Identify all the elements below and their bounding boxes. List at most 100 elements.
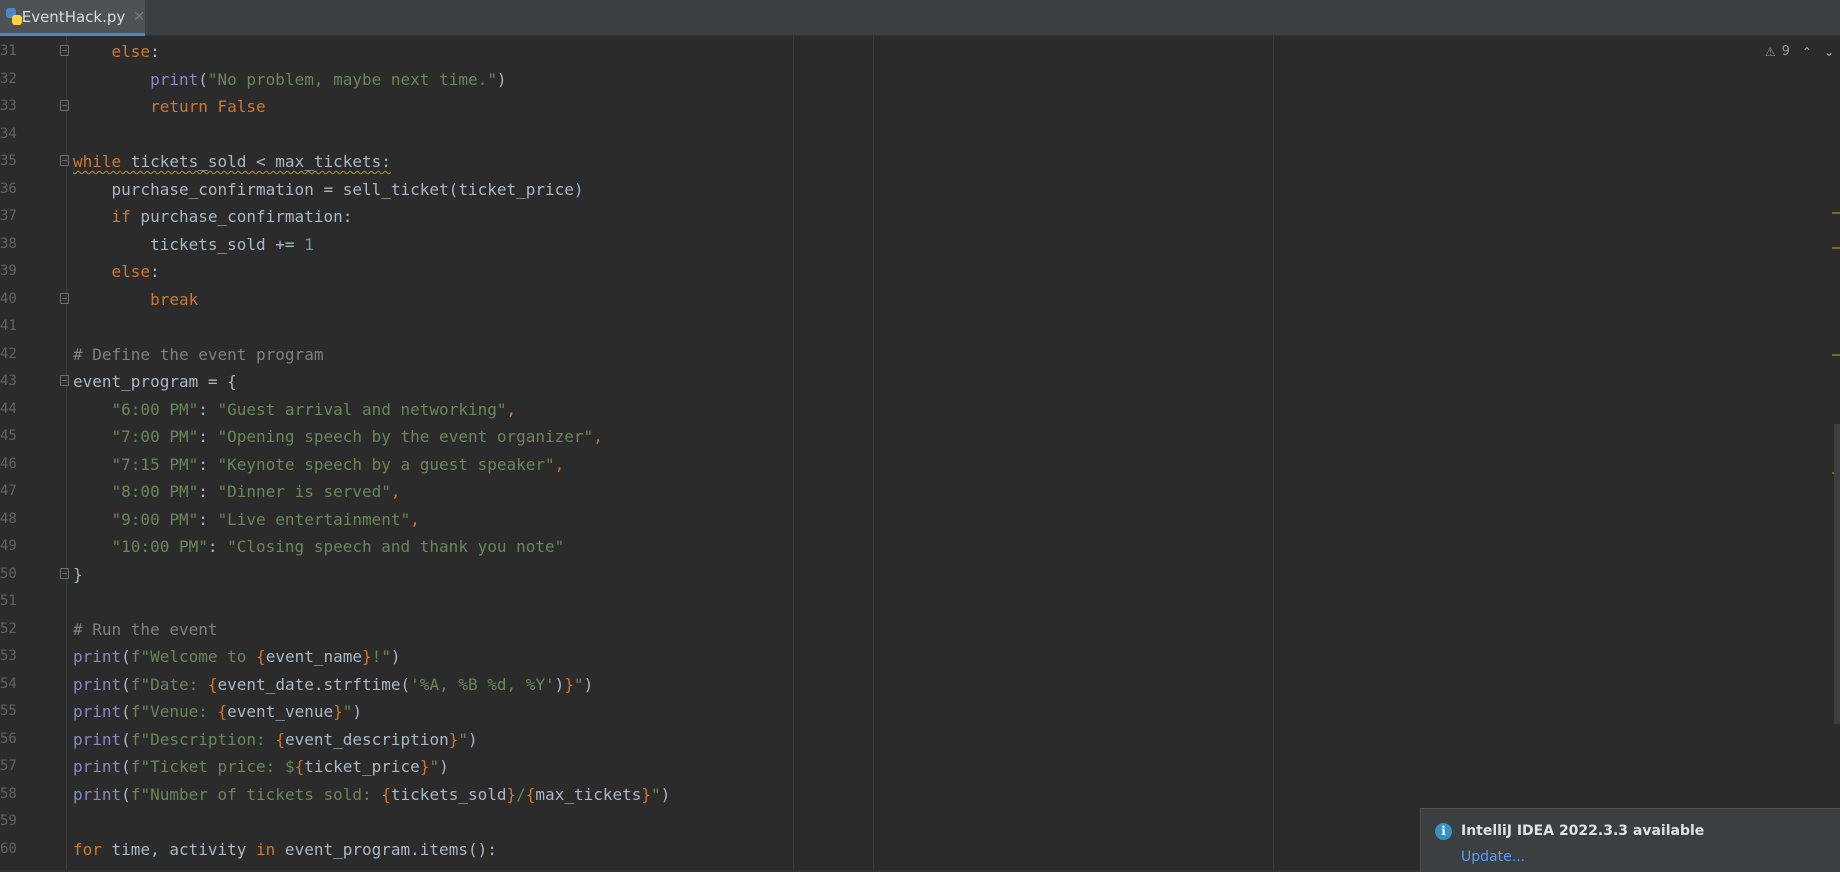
error-stripe-mark[interactable] (1832, 247, 1840, 249)
code-line[interactable]: 49 "10:00 PM": "Closing speech and thank… (0, 533, 1800, 561)
code-token: print (73, 647, 122, 666)
code-token: f"Date: (130, 674, 208, 694)
code-line[interactable]: 48 "9:00 PM": "Live entertainment", (0, 506, 1800, 534)
code-line[interactable]: 41 (0, 313, 1800, 341)
chevron-up-icon[interactable]: ⌃ (1802, 45, 1812, 59)
code-line[interactable]: 46 "7:15 PM": "Keynote speech by a guest… (0, 451, 1800, 479)
code-token: "Opening speech by the event organizer" (217, 427, 594, 446)
chevron-down-icon[interactable]: ⌄ (1824, 45, 1834, 59)
code-text: if purchase_confirmation: (73, 203, 353, 231)
code-editor[interactable]: 31 else: 32 print("No problem, maybe next… (0, 36, 1840, 872)
code-token: print (73, 757, 122, 776)
code-token: ( (198, 69, 208, 89)
code-line[interactable]: 53 print(f"Welcome to {event_name}!") (0, 643, 1800, 671)
info-icon: i (1435, 823, 1452, 840)
code-line[interactable]: 43 event_program = { (0, 368, 1800, 396)
code-line[interactable]: 34 (0, 121, 1800, 149)
code-token: , (554, 454, 565, 474)
code-token: : (198, 482, 218, 501)
code-token: "10:00 PM" (111, 537, 208, 556)
code-token: # Run the event (73, 619, 218, 639)
code-line[interactable]: 39 else: (0, 258, 1800, 286)
code-token: ( (121, 729, 131, 749)
error-stripe-mark[interactable] (1832, 354, 1840, 356)
code-token: : (198, 399, 218, 419)
line-number: 56 (0, 730, 17, 747)
code-line[interactable]: 40 break (0, 286, 1800, 314)
code-line[interactable]: 32 print("No problem, maybe next time.") (0, 66, 1800, 94)
code-line[interactable]: 54 print(f"Date: {event_date.strftime('%A… (0, 671, 1800, 699)
close-icon[interactable]: ✕ (133, 9, 145, 25)
code-line[interactable]: 42 # Define the event program (0, 341, 1800, 369)
code-token: { (294, 757, 305, 776)
code-text: while tickets_sold < max_tickets: (73, 148, 391, 176)
python-file-icon (6, 7, 22, 26)
code-line[interactable]: 56 print(f"Description: {event_descriptio… (0, 726, 1800, 754)
code-token: if (111, 207, 131, 226)
update-link[interactable]: Update... (1461, 849, 1525, 865)
code-text: else: (73, 38, 160, 66)
fold-toggle-icon[interactable] (60, 292, 69, 304)
fold-toggle-icon[interactable] (60, 375, 69, 386)
code-token: } (641, 784, 652, 804)
code-token: event_program = { (73, 372, 237, 391)
code-token: print (73, 729, 122, 749)
code-token: } (73, 564, 83, 584)
error-stripe-mark[interactable] (1832, 212, 1840, 214)
code-line[interactable]: 31 else: (0, 38, 1800, 66)
fold-toggle-icon[interactable] (60, 45, 69, 56)
code-token: } (362, 647, 372, 666)
code-line[interactable]: 52 # Run the event (0, 616, 1800, 644)
fold-toggle-icon[interactable] (60, 100, 69, 111)
code-token: : (150, 262, 160, 281)
line-number: 34 (0, 125, 17, 142)
code-text: "7:00 PM": "Opening speech by the event … (73, 423, 603, 451)
code-token: , (410, 509, 420, 529)
code-token: purchase_confirmation = sell_ticket(tick… (73, 179, 584, 199)
line-number: 31 (0, 43, 17, 59)
code-token: !" (371, 647, 391, 666)
code-line[interactable]: 45 "7:00 PM": "Opening speech by the eve… (0, 423, 1800, 451)
code-token: "7:00 PM" (111, 427, 199, 446)
code-text: print(f"Venue: {event_venue}") (73, 698, 362, 726)
code-token: # Define the event program (73, 344, 324, 364)
code-token: 1 (304, 234, 314, 254)
code-token: f"Venue: (130, 702, 218, 721)
code-line[interactable]: 44 "6:00 PM": "Guest arrival and network… (0, 396, 1800, 424)
line-number: 40 (0, 290, 17, 307)
code-line[interactable]: 50} (0, 561, 1800, 589)
code-line[interactable]: 55 print(f"Venue: {event_venue}") (0, 698, 1800, 726)
code-line[interactable]: 37 if purchase_confirmation: (0, 203, 1800, 231)
code-token: '%A, %B %d, %Y' (410, 674, 555, 694)
code-text: "10:00 PM": "Closing speech and thank yo… (73, 533, 565, 561)
code-token: f"Ticket price: $ (130, 757, 295, 776)
fold-toggle-icon[interactable] (60, 155, 69, 166)
line-number: 42 (0, 345, 17, 362)
code-line[interactable]: 35 while tickets_sold < max_tickets: (0, 148, 1800, 176)
code-line[interactable]: 36 purchase_confirmation = sell_ticket(t… (0, 176, 1800, 204)
code-line[interactable]: 47 "8:00 PM": "Dinner is served", (0, 478, 1800, 506)
warning-count: 9 (1781, 44, 1790, 59)
inspection-widget[interactable]: ⚠ 9 ⌃ ⌄ (1765, 44, 1834, 59)
code-token: "9:00 PM" (111, 509, 199, 529)
code-token: else (111, 42, 151, 61)
line-number: 48 (0, 510, 17, 527)
code-token: { (207, 674, 218, 694)
code-line[interactable]: 58 print(f"Number of tickets sold: {ticke… (0, 781, 1800, 809)
code-text: print(f"Date: {event_date.strftime('%A, … (73, 671, 593, 699)
code-line[interactable]: 33 return False (0, 93, 1800, 121)
code-token: in (256, 839, 276, 859)
code-line[interactable]: 38 tickets_sold += 1 (0, 231, 1800, 259)
code-line[interactable]: 57 print(f"Ticket price: ${ticket_price}"… (0, 753, 1800, 781)
code-token: { (256, 647, 266, 666)
tab-eventhack-py[interactable]: EventHack.py ✕ (0, 0, 145, 36)
code-token: print (73, 674, 122, 694)
vertical-scrollbar[interactable] (1834, 424, 1840, 724)
code-token: ( (121, 702, 131, 721)
line-number: 55 (0, 703, 17, 719)
fold-toggle-icon[interactable] (60, 567, 69, 579)
code-line[interactable]: 51 (0, 588, 1800, 616)
